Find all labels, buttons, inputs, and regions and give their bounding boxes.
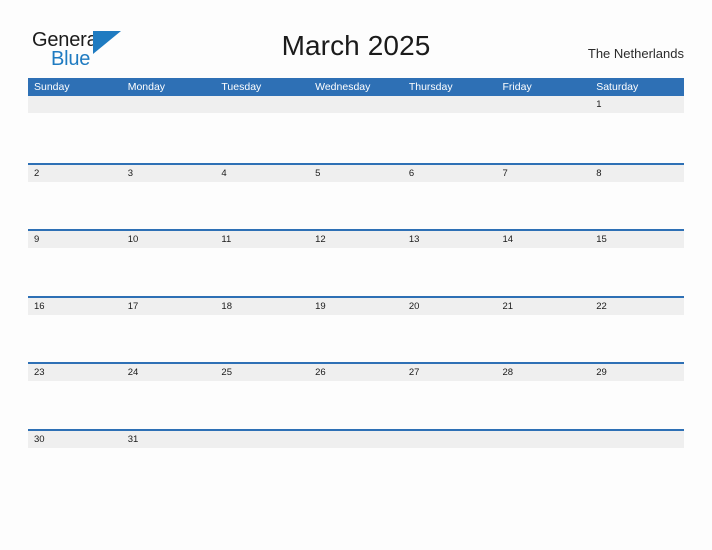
date-band: 16 17 18 19 20 21 22 (28, 297, 684, 315)
date-band: 2 3 4 5 6 7 8 (28, 164, 684, 182)
day-cell[interactable]: 24 (122, 364, 216, 381)
week-note-area[interactable] (28, 248, 684, 296)
region-subtitle: The Netherlands (587, 46, 684, 61)
day-cell[interactable]: 8 (590, 165, 684, 182)
week-row: 9 10 11 12 13 14 15 (28, 229, 684, 296)
week-row: 16 17 18 19 20 21 22 (28, 295, 684, 362)
day-cell[interactable]: 4 (215, 165, 309, 182)
day-cell[interactable]: 29 (590, 364, 684, 381)
date-band: 30 31 (28, 430, 684, 448)
day-cell[interactable]: 27 (403, 364, 497, 381)
day-cell[interactable] (28, 96, 122, 113)
week-note-area[interactable] (28, 447, 684, 495)
week-row: 30 31 (28, 428, 684, 495)
week-note-area[interactable] (28, 113, 684, 161)
day-cell[interactable]: 16 (28, 298, 122, 315)
day-cell[interactable]: 11 (215, 231, 309, 248)
day-cell[interactable]: 14 (497, 231, 591, 248)
day-cell[interactable]: 20 (403, 298, 497, 315)
day-cell[interactable]: 2 (28, 165, 122, 182)
day-cell[interactable]: 21 (497, 298, 591, 315)
week-row: 1 (28, 96, 684, 163)
week-note-area[interactable] (28, 314, 684, 362)
week-note-area[interactable] (28, 181, 684, 229)
day-cell[interactable]: 7 (497, 165, 591, 182)
day-cell[interactable] (215, 96, 309, 113)
day-cell[interactable]: 23 (28, 364, 122, 381)
day-cell[interactable] (309, 96, 403, 113)
calendar-grid: Sunday Monday Tuesday Wednesday Thursday… (28, 78, 684, 495)
day-cell[interactable]: 18 (215, 298, 309, 315)
day-cell[interactable]: 3 (122, 165, 216, 182)
weekday-sunday: Sunday (34, 81, 70, 93)
weekday-saturday: Saturday (596, 81, 639, 93)
day-cell[interactable] (309, 431, 403, 448)
weekday-tuesday: Tuesday (221, 81, 262, 93)
week-note-area[interactable] (28, 381, 684, 429)
day-cell[interactable]: 31 (122, 431, 216, 448)
day-cell[interactable]: 22 (590, 298, 684, 315)
day-cell[interactable] (590, 431, 684, 448)
day-cell[interactable]: 15 (590, 231, 684, 248)
day-cell[interactable]: 12 (309, 231, 403, 248)
day-cell[interactable]: 9 (28, 231, 122, 248)
weekday-friday: Friday (502, 81, 532, 93)
day-cell[interactable]: 5 (309, 165, 403, 182)
day-cell[interactable] (403, 431, 497, 448)
day-cell[interactable]: 17 (122, 298, 216, 315)
weekday-monday: Monday (127, 81, 166, 93)
day-cell[interactable] (122, 96, 216, 113)
day-cell[interactable]: 19 (309, 298, 403, 315)
week-row: 23 24 25 26 27 28 29 (28, 362, 684, 429)
day-cell[interactable]: 1 (590, 96, 684, 113)
weekday-wednesday: Wednesday (315, 81, 371, 93)
date-band: 1 (28, 96, 684, 113)
day-cell[interactable] (215, 431, 309, 448)
day-cell[interactable]: 13 (403, 231, 497, 248)
day-cell[interactable]: 26 (309, 364, 403, 381)
day-cell[interactable]: 10 (122, 231, 216, 248)
day-cell[interactable] (497, 431, 591, 448)
day-cell[interactable]: 28 (497, 364, 591, 381)
weekday-header-row: Sunday Monday Tuesday Wednesday Thursday… (28, 78, 684, 96)
date-band: 23 24 25 26 27 28 29 (28, 364, 684, 381)
calendar-page: General Blue March 2025 The Netherlands … (0, 0, 712, 550)
weekday-thursday: Thursday (408, 81, 453, 93)
day-cell[interactable]: 30 (28, 431, 122, 448)
page-header: General Blue March 2025 The Netherlands (0, 0, 712, 78)
date-band: 9 10 11 12 13 14 15 (28, 231, 684, 248)
day-cell[interactable]: 25 (215, 364, 309, 381)
week-row: 2 3 4 5 6 7 8 (28, 162, 684, 229)
day-cell[interactable] (403, 96, 497, 113)
day-cell[interactable]: 6 (403, 165, 497, 182)
day-cell[interactable] (497, 96, 591, 113)
